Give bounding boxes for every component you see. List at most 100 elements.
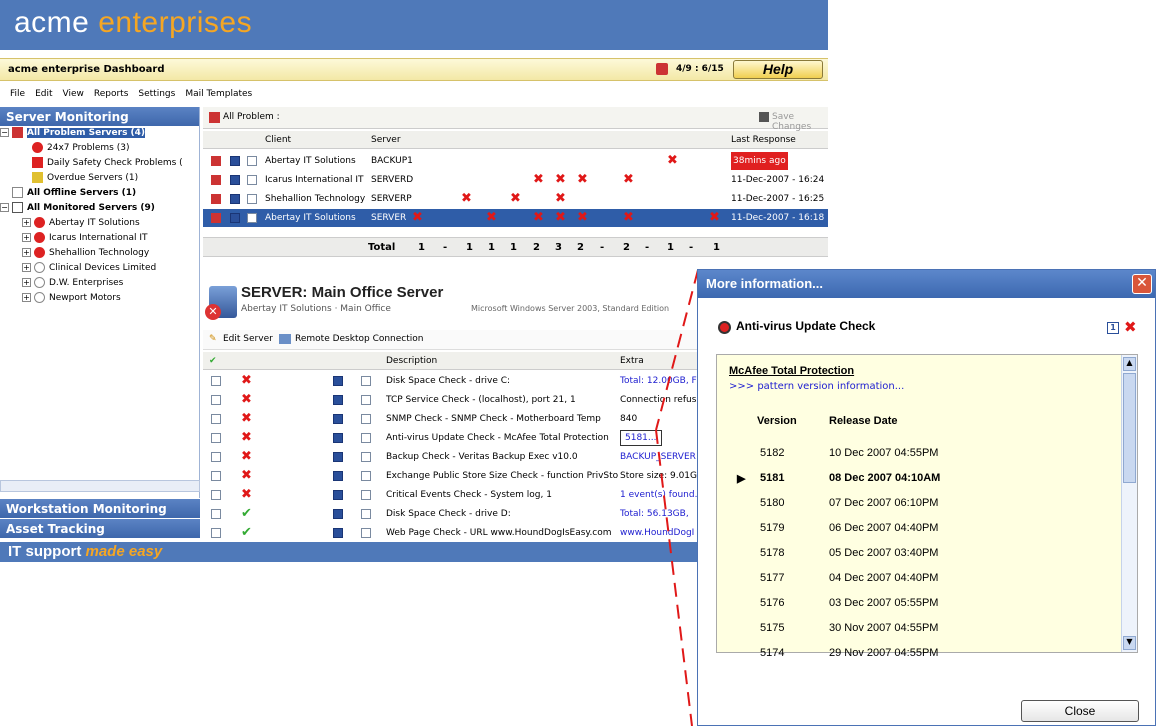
check-option[interactable] (361, 413, 371, 424)
column-description[interactable]: Description (386, 352, 437, 370)
close-button[interactable]: Close (1021, 700, 1139, 722)
calendar-icon[interactable]: 1 (1107, 322, 1119, 334)
check-option[interactable] (361, 527, 371, 538)
tree-item-daily-safety[interactable]: Daily Safety Check Problems ( (0, 156, 199, 171)
check-enabled[interactable] (333, 508, 343, 519)
column-server[interactable]: Server (371, 131, 401, 149)
column-release-date: Release Date (829, 415, 898, 427)
server-status-icon (211, 194, 221, 204)
check-description: SNMP Check - SNMP Check - Motherboard Te… (386, 414, 601, 424)
row-checkbox-2[interactable] (247, 155, 257, 166)
check-select[interactable] (211, 508, 221, 519)
check-select[interactable] (211, 413, 221, 424)
expand-icon[interactable]: + (22, 293, 31, 302)
check-enabled[interactable] (333, 413, 343, 424)
table-row[interactable]: Abertay IT Solutions BACKUP1 ✖ 38mins ag… (203, 152, 828, 170)
fail-icon: ✖ (241, 373, 252, 388)
workstation-monitoring-header[interactable]: Workstation Monitoring (0, 499, 200, 518)
server-status-icon (211, 156, 221, 166)
sidebar-header-server-monitoring[interactable]: Server Monitoring (0, 107, 199, 126)
fail-icon: ✖ (667, 153, 678, 168)
tree-client-icarus[interactable]: + Icarus International IT (0, 231, 199, 246)
column-last-response[interactable]: Last Response (731, 131, 796, 149)
row-checkbox[interactable] (230, 174, 240, 185)
menu-edit[interactable]: Edit (35, 89, 52, 99)
row-checkbox[interactable] (230, 193, 240, 204)
expand-icon[interactable]: + (22, 248, 31, 257)
expand-icon[interactable]: + (22, 278, 31, 287)
version-list-scrollbar[interactable]: ▲ ▼ (1121, 355, 1137, 652)
check-option[interactable] (361, 451, 371, 462)
row-checkbox[interactable] (230, 155, 240, 166)
server-site: Main Office (340, 304, 391, 314)
pass-icon: ✔ (241, 525, 252, 540)
collapse-icon[interactable]: − (0, 203, 9, 212)
menu-reports[interactable]: Reports (94, 89, 129, 99)
check-enabled[interactable] (333, 432, 343, 443)
tree-item-all-problem[interactable]: − All Problem Servers (4) (0, 126, 199, 141)
check-option[interactable] (361, 508, 371, 519)
check-option[interactable] (361, 470, 371, 481)
version-row: 5176 03 Dec 2007 05:55PM (760, 597, 939, 609)
check-select[interactable] (211, 489, 221, 500)
scroll-down-icon[interactable]: ▼ (1123, 636, 1136, 650)
tree-client-abertay[interactable]: + Abertay IT Solutions (0, 216, 199, 231)
check-select[interactable] (211, 375, 221, 386)
check-select[interactable] (211, 451, 221, 462)
row-checkbox-2[interactable] (247, 174, 257, 185)
check-enabled[interactable] (333, 451, 343, 462)
asset-tracking-header[interactable]: Asset Tracking (0, 519, 200, 538)
help-button[interactable]: Help (733, 60, 823, 79)
tree-item-offline[interactable]: All Offline Servers (1) (0, 186, 199, 201)
tree-client-shehallion[interactable]: + Shehallion Technology (0, 246, 199, 261)
table-row[interactable]: Shehallion Technology SERVERP ✖ ✖ ✖ 11-D… (203, 190, 828, 208)
tree-item-all-monitored[interactable]: − All Monitored Servers (9) (0, 201, 199, 216)
tree-label: Clinical Devices Limited (49, 263, 157, 273)
menu-file[interactable]: File (10, 89, 25, 99)
table-row[interactable]: Icarus International IT SERVERD ✖ ✖ ✖ ✖ … (203, 171, 828, 189)
table-row-selected[interactable]: Abertay IT Solutions SERVER ✖ ✖ ✖ ✖ ✖ ✖ … (203, 209, 828, 227)
check-enabled[interactable] (333, 375, 343, 386)
check-select[interactable] (211, 527, 221, 538)
collapse-icon[interactable]: − (0, 128, 9, 137)
row-checkbox-2[interactable] (247, 193, 257, 204)
menu-settings[interactable]: Settings (138, 89, 175, 99)
check-option[interactable] (361, 489, 371, 500)
edit-server-button[interactable]: Edit Server (223, 334, 273, 344)
check-select[interactable] (211, 470, 221, 481)
row-checkbox[interactable] (230, 212, 240, 223)
tree-item-overdue[interactable]: Overdue Servers (1) (0, 171, 199, 186)
close-icon[interactable]: ✕ (1132, 274, 1152, 294)
expand-icon[interactable]: + (22, 263, 31, 272)
scroll-thumb[interactable] (1123, 373, 1136, 483)
check-option[interactable] (361, 432, 371, 443)
menu-view[interactable]: View (63, 89, 84, 99)
pattern-version-link[interactable]: >>> pattern version information... (729, 381, 904, 392)
check-option[interactable] (361, 375, 371, 386)
save-changes-button[interactable]: Save Changes (772, 112, 828, 132)
problems-toolbar: All Problem : Save Changes (203, 107, 828, 132)
tree-item-24x7[interactable]: 24x7 Problems (3) (0, 141, 199, 156)
tree-client-newport[interactable]: + Newport Motors (0, 291, 199, 306)
save-icon (759, 112, 769, 122)
check-enabled[interactable] (333, 527, 343, 538)
check-select[interactable] (211, 394, 221, 405)
check-enabled[interactable] (333, 489, 343, 500)
delete-icon[interactable]: ✖ (1124, 318, 1137, 336)
menu-mail-templates[interactable]: Mail Templates (185, 89, 252, 99)
scroll-up-icon[interactable]: ▲ (1123, 357, 1136, 371)
row-checkbox-2[interactable] (247, 212, 257, 223)
tree-client-dw[interactable]: + D.W. Enterprises (0, 276, 199, 291)
fail-icon: ✖ (241, 487, 252, 502)
tree-client-clinical[interactable]: + Clinical Devices Limited (0, 261, 199, 276)
remote-desktop-button[interactable]: Remote Desktop Connection (295, 334, 424, 344)
column-client[interactable]: Client (265, 131, 291, 149)
check-enabled[interactable] (333, 394, 343, 405)
check-option[interactable] (361, 394, 371, 405)
expand-icon[interactable]: + (22, 233, 31, 242)
total-value: 1 (418, 242, 425, 253)
expand-icon[interactable]: + (22, 218, 31, 227)
check-select[interactable] (211, 432, 221, 443)
sidebar-horizontal-scrollbar[interactable] (0, 480, 200, 492)
check-enabled[interactable] (333, 470, 343, 481)
